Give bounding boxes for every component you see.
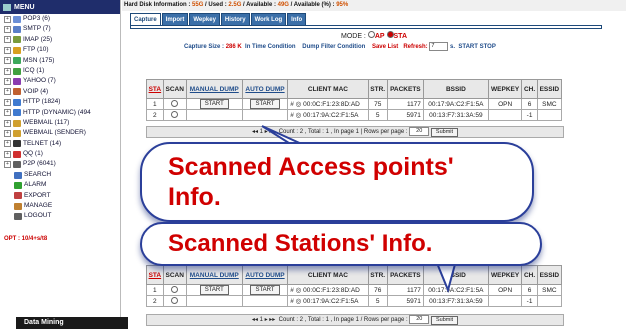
ap-callout-text: Scanned Access points' Info. xyxy=(168,153,454,211)
ap-callout: Scanned Access points' Info. xyxy=(140,142,534,222)
sta-callout-text: Scanned Stations' Info. xyxy=(168,230,433,257)
sta-callout: Scanned Stations' Info. xyxy=(140,222,542,266)
